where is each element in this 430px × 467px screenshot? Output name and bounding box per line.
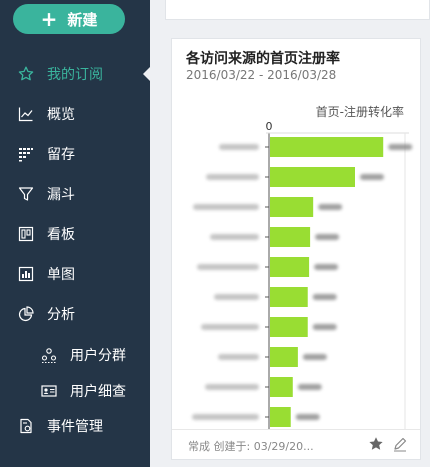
category-label (218, 354, 259, 360)
bar-chart: 0 (192, 120, 413, 429)
bar (270, 377, 293, 397)
user-card-icon (40, 382, 58, 400)
bar (270, 407, 291, 427)
sidebar-item-label: 单图 (47, 267, 75, 283)
category-label (219, 144, 259, 150)
value-label (314, 264, 339, 270)
sidebar-item-label: 看板 (47, 227, 75, 243)
sidebar-item-dashboard[interactable]: 看板 (0, 220, 150, 248)
bar (270, 257, 310, 277)
value-label (388, 144, 413, 150)
category-label (206, 174, 259, 180)
value-label (302, 354, 327, 360)
pie-chart-icon (17, 305, 35, 323)
sidebar-item-label: 漏斗 (47, 187, 75, 203)
star-icon[interactable] (368, 436, 384, 452)
top-panel (165, 0, 430, 20)
creator-info: 常成 创建于: 03/29/20... (188, 440, 314, 453)
sidebar-item-label: 留存 (47, 147, 75, 163)
category-label (214, 294, 259, 300)
value-label (312, 324, 337, 330)
sidebar-item-funnel[interactable]: 漏斗 (0, 180, 150, 208)
sidebar-item-label: 我的订阅 (47, 67, 103, 83)
chart-card: 各访问来源的首页注册率 2016/03/22 - 2016/03/28 首页-注… (171, 38, 421, 460)
value-label (312, 294, 337, 300)
user-group-icon (40, 346, 58, 364)
bar (270, 137, 384, 157)
value-label (297, 384, 322, 390)
category-label (210, 234, 259, 240)
sidebar-item-label: 分析 (47, 307, 75, 323)
bar-chart-icon (17, 265, 35, 283)
value-label (315, 234, 340, 240)
card-footer: 常成 创建于: 03/29/20... (172, 429, 420, 459)
edit-icon[interactable] (392, 436, 408, 452)
value-label (295, 414, 320, 420)
sidebar-item-analysis[interactable]: 分析 (0, 300, 150, 328)
sidebar-item-user-segments[interactable]: 用户分群 (0, 341, 150, 369)
sidebar-item-label: 事件管理 (47, 419, 103, 435)
bar (270, 317, 308, 337)
new-button-label: 新建 (67, 10, 98, 29)
funnel-icon (17, 185, 35, 203)
star-icon (17, 65, 35, 83)
bar (270, 197, 314, 217)
new-button[interactable]: + 新建 (13, 4, 125, 34)
value-label (318, 204, 343, 210)
category-label (197, 264, 259, 270)
event-manage-icon (17, 417, 35, 435)
active-indicator (143, 67, 150, 81)
bar (270, 227, 311, 247)
date-range: 2016/03/22 - 2016/03/28 (186, 68, 337, 82)
x-tick-label: 0 (266, 120, 273, 133)
sidebar-item-subscriptions[interactable]: 我的订阅 (0, 60, 150, 88)
card-title: 各访问来源的首页注册率 (186, 51, 340, 67)
value-label (360, 174, 384, 180)
sidebar-item-user-detail[interactable]: 用户细查 (0, 377, 150, 405)
sidebar-item-overview[interactable]: 概览 (0, 100, 150, 128)
category-label (201, 324, 259, 330)
plus-icon: + (40, 7, 58, 31)
sidebar: + 新建 我的订阅 概览 留存 漏斗 看板 单图 分析 用户分群 用户细查 事件… (0, 0, 150, 467)
category-label (205, 384, 259, 390)
board-icon (17, 225, 35, 243)
bar (270, 167, 355, 187)
sidebar-item-retention[interactable]: 留存 (0, 140, 150, 168)
line-chart-icon (17, 105, 35, 123)
retention-icon (17, 145, 35, 163)
bar (270, 287, 308, 307)
category-label (193, 204, 259, 210)
sidebar-item-event-management[interactable]: 事件管理 (0, 412, 150, 440)
sidebar-item-label: 用户细查 (70, 384, 126, 400)
sidebar-item-label: 用户分群 (70, 348, 126, 364)
sidebar-item-single-chart[interactable]: 单图 (0, 260, 150, 288)
x-axis-label: 首页-注册转化率 (315, 105, 404, 119)
sidebar-item-label: 概览 (47, 107, 75, 123)
bar (270, 347, 298, 367)
category-label (192, 414, 259, 420)
